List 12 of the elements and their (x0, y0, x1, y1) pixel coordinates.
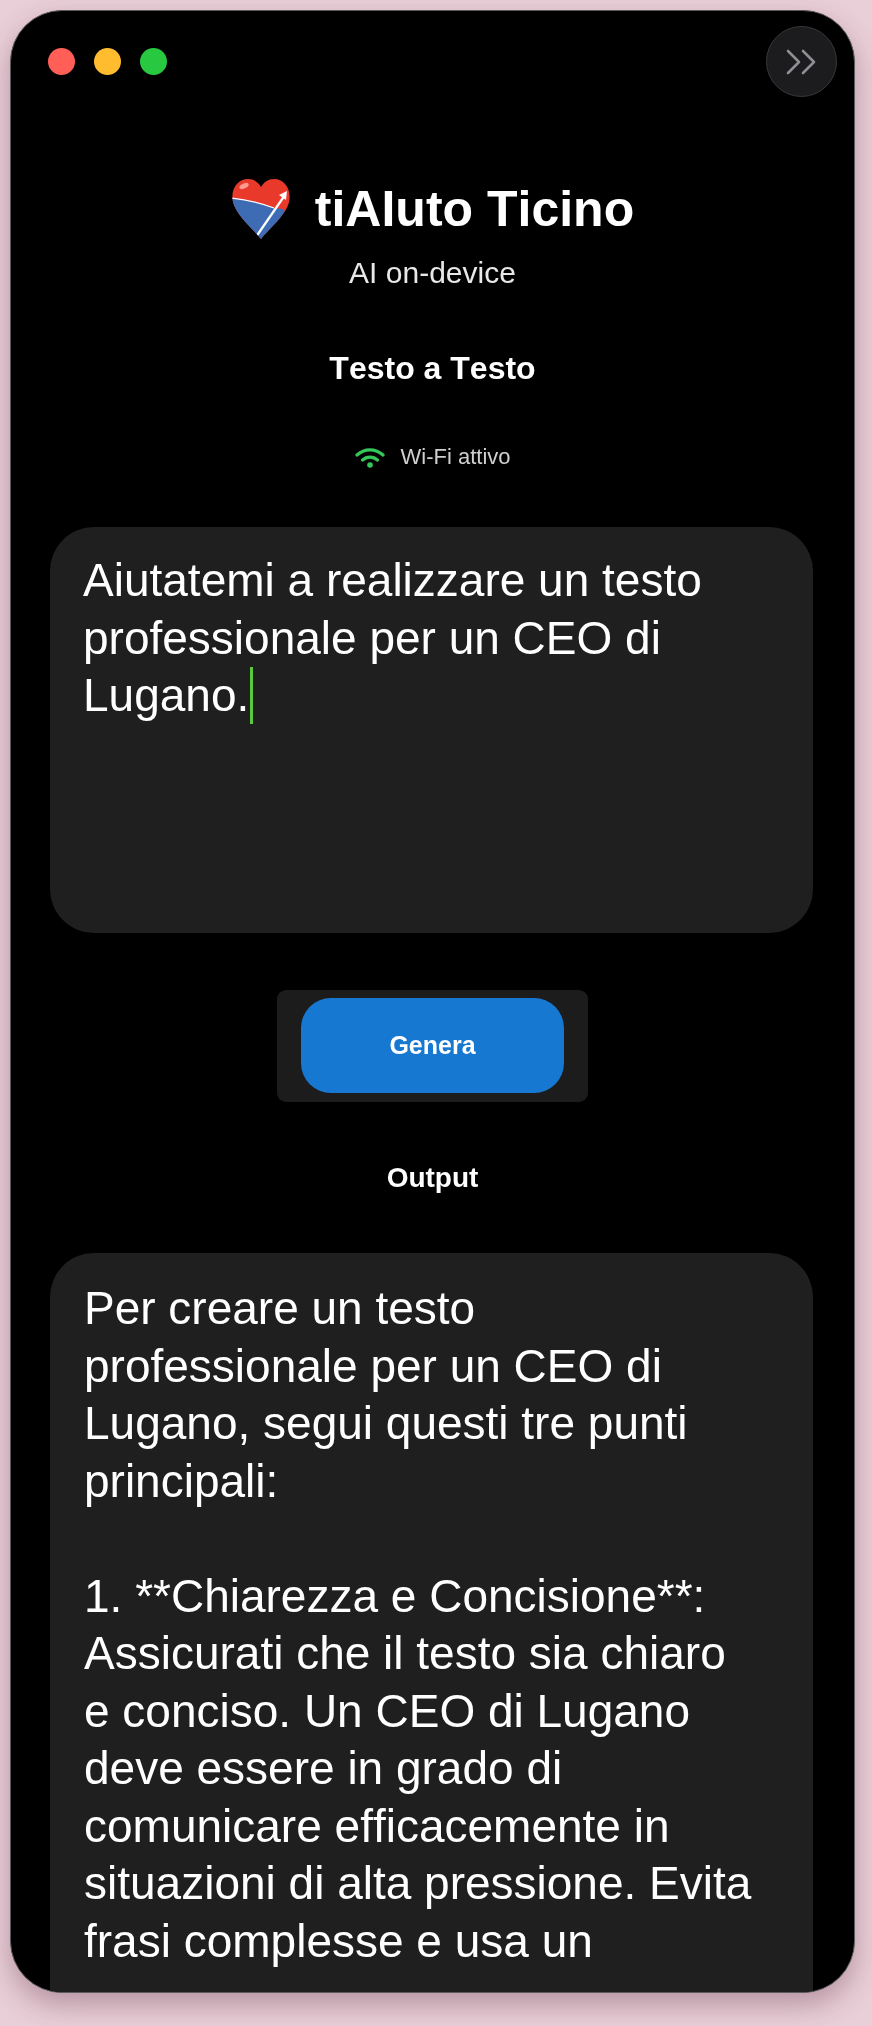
network-status: Wi-Fi attivo (400, 443, 511, 471)
app-subtitle: AI on-device (349, 255, 516, 291)
window-minimize-button[interactable] (94, 48, 121, 75)
output-text: Per creare un testo professionale per un CEO di Lugano, segui questi tre punti principali: 1. **Chiarezza e Concisione**: Assicurati che il testo sia chiaro e conciso. Un CEO di Lugano deve essere in grado di comunicare efficacemente in situazioni di alta pressione. Evita frasi complesse e usa un (84, 1281, 753, 1969)
app-title: tiAIuto Ticino (314, 180, 635, 239)
prompt-input[interactable]: Aiutatemi a realizzare un testo professionale per un CEO di Lugano. (50, 527, 813, 933)
mode-title: Testo a Testo (329, 349, 536, 387)
double-chevron-icon (785, 48, 818, 75)
window-zoom-button[interactable] (140, 48, 167, 75)
window-close-button[interactable] (48, 48, 75, 75)
output-title: Output (386, 1161, 479, 1195)
generate-button[interactable]: Genera (301, 998, 564, 1093)
